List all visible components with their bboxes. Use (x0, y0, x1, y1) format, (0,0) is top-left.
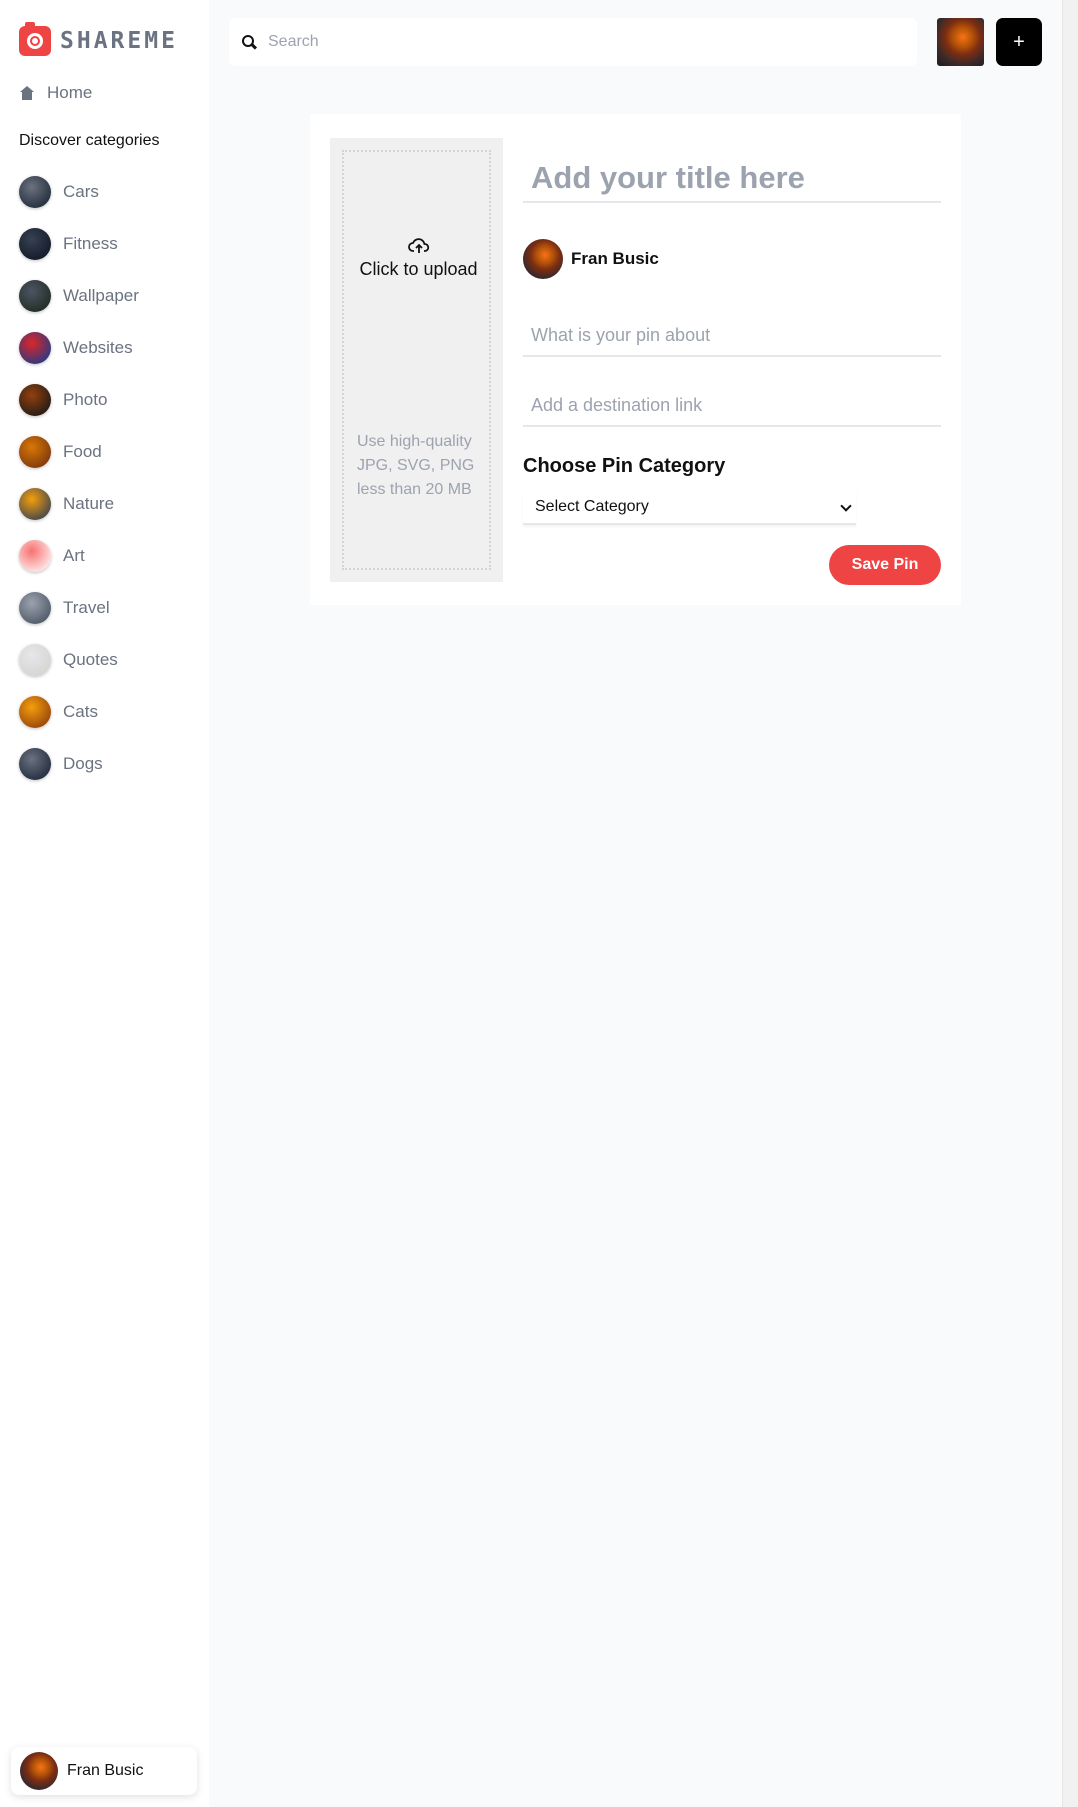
upload-dropzone[interactable]: Click to upload Use high-quality JPG, SV… (342, 150, 491, 570)
sidebar-item-fitness[interactable]: Fitness (19, 228, 139, 260)
sidebar-item-label: Cats (63, 702, 98, 721)
category-thumbnail (19, 540, 51, 572)
cloud-upload-icon (408, 238, 430, 254)
sidebar-item-quotes[interactable]: Quotes (19, 644, 139, 676)
category-select[interactable]: Select Category (523, 491, 856, 525)
upload-hint: Use high-quality JPG, SVG, PNG less than… (357, 433, 475, 498)
app-logo[interactable]: SHAREME (19, 22, 178, 57)
sidebar-item-label: Dogs (63, 754, 103, 773)
scrollbar[interactable] (1062, 0, 1078, 1807)
camera-icon (19, 22, 51, 56)
sidebar-item-label: Art (63, 546, 85, 565)
save-pin-button[interactable]: Save Pin (829, 545, 941, 585)
sidebar-item-cats[interactable]: Cats (19, 696, 139, 728)
search-input[interactable] (268, 33, 868, 51)
search-icon (242, 35, 256, 49)
sidebar-item-nature[interactable]: Nature (19, 488, 139, 520)
upload-label: Click to upload (359, 259, 478, 279)
sidebar-item-art[interactable]: Art (19, 540, 139, 572)
category-thumbnail (19, 280, 51, 312)
sidebar-item-label: Fitness (63, 234, 118, 253)
create-pin-card: Click to upload Use high-quality JPG, SV… (310, 114, 961, 605)
category-list: Cars Fitness Wallpaper Websites Photo Food Nat… (19, 176, 139, 800)
category-thumbnail (19, 176, 51, 208)
sidebar-item-travel[interactable]: Travel (19, 592, 139, 624)
sidebar-item-wallpaper[interactable]: Wallpaper (19, 280, 139, 312)
sidebar-item-websites[interactable]: Websites (19, 332, 139, 364)
user-name: Fran Busic (67, 1762, 144, 1779)
category-thumbnail (19, 644, 51, 676)
create-pin-button[interactable]: + (996, 18, 1042, 66)
sidebar-item-home[interactable]: Home (19, 80, 92, 106)
sidebar-item-food[interactable]: Food (19, 436, 139, 468)
sidebar-item-photo[interactable]: Photo (19, 384, 139, 416)
category-thumbnail (19, 488, 51, 520)
sidebar-item-label: Cars (63, 182, 99, 201)
home-icon (19, 86, 35, 100)
sidebar-item-cars[interactable]: Cars (19, 176, 139, 208)
category-heading: Choose Pin Category (523, 455, 726, 477)
header-avatar[interactable] (937, 18, 984, 66)
image-upload-area[interactable]: Click to upload Use high-quality JPG, SV… (330, 138, 503, 582)
sidebar-item-label: Nature (63, 494, 115, 513)
destination-link-input[interactable] (523, 385, 941, 427)
sidebar-item-label: Food (63, 442, 102, 461)
category-thumbnail (19, 748, 51, 780)
avatar (523, 239, 563, 279)
author-name: Fran Busic (571, 249, 659, 268)
category-thumbnail (19, 436, 51, 468)
user-profile-link[interactable]: Fran Busic (11, 1747, 197, 1795)
category-thumbnail (19, 592, 51, 624)
sidebar-item-label: Travel (63, 598, 110, 617)
sidebar: SHAREME Home Discover categories Cars Fit… (0, 0, 209, 1807)
title-input[interactable] (523, 154, 941, 203)
category-select-value: Select Category (535, 498, 649, 515)
pin-author: Fran Busic (523, 239, 659, 279)
sidebar-item-label: Quotes (63, 650, 118, 669)
sidebar-item-label: Photo (63, 390, 108, 409)
search-bar (229, 18, 917, 66)
avatar (20, 1752, 58, 1790)
sidebar-item-label: Home (47, 83, 93, 102)
sidebar-item-label: Wallpaper (63, 286, 139, 305)
chevron-down-icon (840, 500, 852, 512)
sidebar-item-label: Websites (63, 338, 133, 357)
sidebar-item-dogs[interactable]: Dogs (19, 748, 139, 780)
category-thumbnail (19, 228, 51, 260)
discover-categories-heading: Discover categories (19, 132, 160, 149)
about-input[interactable] (523, 315, 941, 357)
app-name: SHAREME (60, 28, 178, 54)
category-thumbnail (19, 696, 51, 728)
category-thumbnail (19, 332, 51, 364)
category-thumbnail (19, 384, 51, 416)
